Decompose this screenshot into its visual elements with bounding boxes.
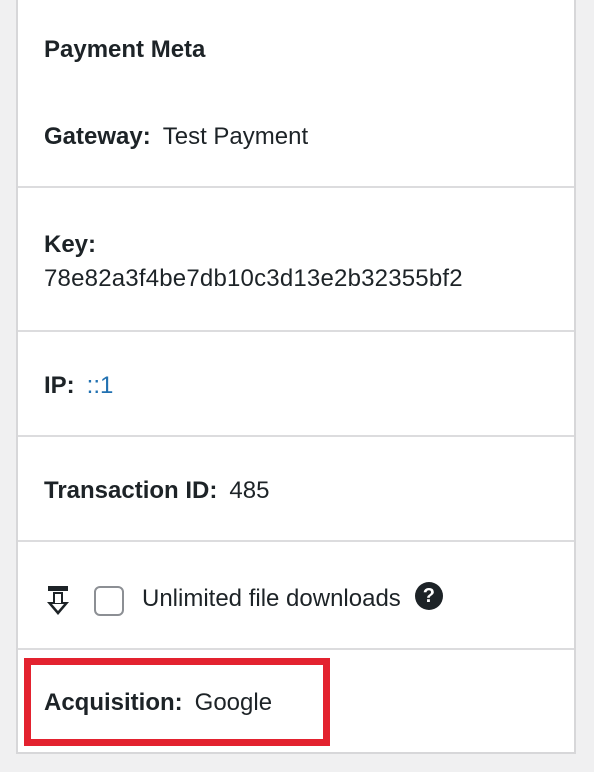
payment-meta-box: Payment Meta Gateway: Test Payment Key: 7… [16, 0, 576, 754]
gateway-label: Gateway: [44, 123, 151, 150]
download-icon [44, 584, 72, 618]
box-title: Payment Meta [44, 36, 206, 63]
transaction-label: Transaction ID: [44, 477, 218, 504]
acquisition-value: Google [194, 689, 273, 716]
key-row: Key: 78e82a3f4be7db10c3d13e2b32355bf2 [18, 188, 574, 332]
transaction-value: 485 [229, 477, 270, 504]
key-label: Key: [44, 231, 97, 258]
unlimited-downloads-label[interactable]: Unlimited file downloads [142, 582, 401, 616]
gateway-row: Gateway: Test Payment [18, 100, 574, 188]
unlimited-downloads-row: Unlimited file downloads ? [18, 542, 574, 650]
transaction-row: Transaction ID: 485 [18, 437, 574, 542]
ip-label: IP: [44, 372, 75, 399]
acquisition-label: Acquisition: [44, 689, 183, 716]
key-value: 78e82a3f4be7db10c3d13e2b32355bf2 [44, 265, 463, 292]
acquisition-row: Acquisition: Google [18, 650, 574, 754]
unlimited-downloads-checkbox[interactable] [94, 586, 124, 616]
ip-row: IP:::1 [18, 332, 574, 437]
help-icon[interactable]: ? [414, 582, 443, 610]
ip-link[interactable]: ::1 [87, 372, 114, 399]
gateway-value: Test Payment [162, 123, 309, 150]
